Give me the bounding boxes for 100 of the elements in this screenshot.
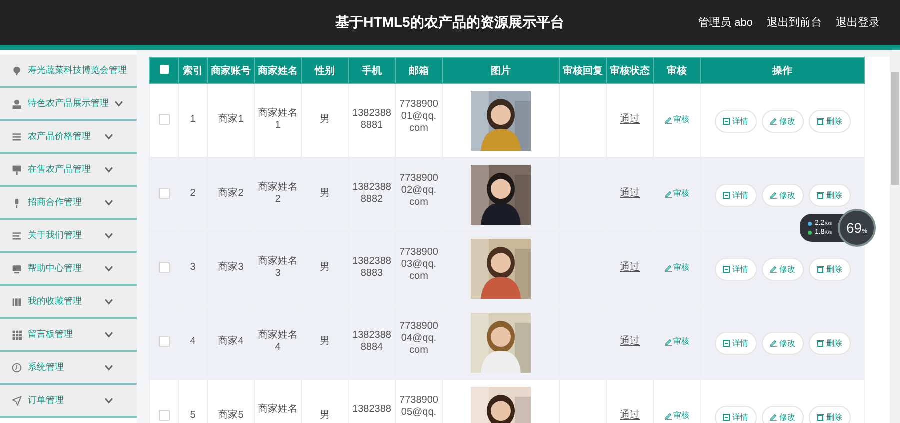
menu-item-icon [12, 362, 22, 372]
chevron-down-icon [105, 166, 113, 172]
review-link[interactable]: 审核 [664, 262, 690, 274]
edit-icon [770, 340, 776, 347]
action-button[interactable]: 删除 [808, 184, 850, 207]
sidebar-item[interactable]: 帮助中心管理 [0, 253, 137, 286]
column-header: 操作 [700, 58, 864, 84]
pencil-icon [664, 338, 672, 346]
action-button[interactable]: 修改 [762, 258, 804, 281]
sidebar-item[interactable]: 招商合作管理 [0, 187, 137, 220]
pencil-icon [664, 190, 672, 198]
action-button[interactable]: 修改 [762, 184, 804, 207]
chevron-down-icon [105, 298, 113, 304]
menu-item-icon [12, 396, 22, 406]
review-link[interactable]: 审核 [664, 188, 690, 200]
edit-icon [770, 192, 776, 199]
pencil-icon [664, 264, 672, 272]
scrollbar[interactable] [890, 50, 900, 423]
table-cell: 商家4 [208, 306, 254, 380]
sidebar-item[interactable]: 农产品价格管理 [0, 121, 137, 154]
trash-icon [816, 340, 824, 347]
chevron-down-icon [105, 134, 113, 140]
chevron-down-icon [105, 232, 113, 238]
review-link[interactable]: 审核 [664, 410, 690, 422]
sidebar-item[interactable]: 留言板管理 [0, 319, 137, 352]
review-link[interactable]: 审核 [664, 336, 690, 348]
column-header: 索引 [178, 58, 208, 84]
pencil-icon [664, 116, 672, 124]
pencil-icon [664, 412, 672, 420]
header-link[interactable]: 退出登录 [836, 15, 880, 30]
chevron-down-icon [105, 200, 113, 206]
sidebar-item[interactable]: 寿光蔬菜科技博览会管理 [0, 55, 137, 88]
sidebar-item[interactable]: 我的收藏管理 [0, 286, 137, 319]
row-checkbox[interactable] [158, 410, 170, 421]
column-header: 性别 [302, 58, 348, 84]
edit-icon [770, 266, 776, 273]
trash-icon [816, 192, 824, 199]
column-header: 商家账号 [208, 58, 254, 84]
table-cell: 男 [302, 306, 348, 380]
action-button[interactable]: 详情 [714, 332, 756, 355]
menu-item-icon [12, 164, 22, 174]
details-icon [722, 118, 730, 125]
action-button[interactable]: 详情 [714, 110, 756, 133]
action-button[interactable]: 详情 [714, 406, 756, 423]
review-link[interactable]: 审核 [664, 114, 690, 126]
chevron-down-icon [105, 332, 113, 338]
status-cell: 通过 [606, 306, 654, 380]
menu-item-icon [12, 66, 22, 76]
table-cell: 商家姓名4 [254, 306, 302, 380]
trash-icon [816, 266, 824, 273]
action-button[interactable]: 详情 [714, 184, 756, 207]
edit-icon [770, 118, 776, 125]
table-cell: 773890004@qq.com [396, 306, 442, 380]
action-button[interactable]: 详情 [714, 258, 756, 281]
column-header: 手机 [348, 58, 396, 84]
action-button[interactable]: 删除 [808, 406, 850, 423]
chevron-down-icon [105, 398, 113, 404]
column-header: 审核 [654, 58, 700, 84]
table-cell: 13823888884 [348, 306, 396, 380]
menu-item-icon [12, 230, 22, 240]
row-checkbox[interactable] [158, 114, 170, 125]
sidebar-item[interactable]: 系统管理 [0, 352, 137, 385]
action-button[interactable]: 删除 [808, 258, 850, 281]
row-checkbox[interactable] [158, 262, 170, 273]
details-icon [722, 266, 730, 273]
details-icon [722, 340, 730, 347]
edit-icon [770, 414, 776, 421]
action-button[interactable]: 删除 [808, 110, 850, 133]
menu-item-icon [12, 132, 22, 142]
table-cell: 4 [178, 306, 208, 380]
menu-item-icon [12, 98, 22, 108]
page-title: 基于HTML5的农产品的资源展示平台 [334, 14, 566, 32]
trash-icon [816, 414, 824, 421]
column-header: 审核回复 [560, 58, 606, 84]
row-checkbox[interactable] [158, 336, 170, 347]
action-button[interactable]: 删除 [808, 332, 850, 355]
menu-item-icon [12, 296, 22, 306]
details-icon [722, 192, 730, 199]
details-icon [722, 414, 730, 421]
chevron-down-icon [115, 100, 123, 106]
column-header: 图片 [442, 58, 560, 84]
select-all-checkbox[interactable] [160, 64, 168, 74]
header-link[interactable]: 退出到前台 [767, 15, 822, 30]
action-button[interactable]: 修改 [762, 332, 804, 355]
menu-item-icon [12, 264, 22, 274]
menu-item-icon [12, 330, 22, 340]
column-header: 邮箱 [396, 58, 442, 84]
column-header: 审核状态 [606, 58, 654, 84]
column-header: 商家姓名 [254, 58, 302, 84]
chevron-down-icon [105, 266, 113, 272]
action-button[interactable]: 修改 [762, 406, 804, 423]
trash-icon [816, 118, 824, 125]
sidebar-item[interactable]: 订单管理 [0, 385, 137, 418]
header-link[interactable]: 管理员 abo [698, 15, 753, 30]
sidebar-item[interactable]: 关于我们管理 [0, 220, 137, 253]
chevron-down-icon [105, 364, 113, 370]
row-checkbox[interactable] [158, 188, 170, 199]
action-button[interactable]: 修改 [762, 110, 804, 133]
sidebar-item[interactable]: 在售农产品管理 [0, 154, 137, 187]
sidebar-item[interactable]: 特色农产品展示管理 [0, 88, 137, 121]
